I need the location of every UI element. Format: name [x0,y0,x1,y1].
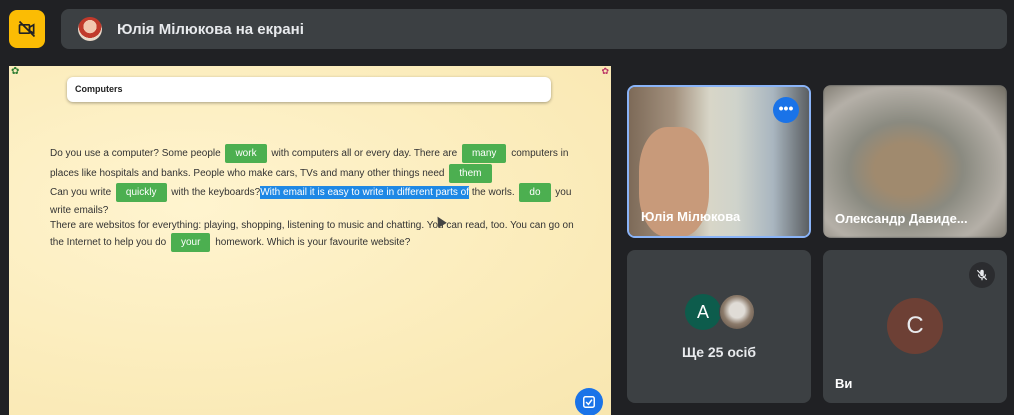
text-segment: places like hospitals and banks. People … [50,168,445,179]
selected-text[interactable]: With email it is easy to write in differ… [260,186,470,199]
participant-tile-presenter[interactable]: ••• Юлія Мілюкова [627,85,811,238]
more-participants-count: Ще 25 осіб [681,344,757,360]
more-participants-tile[interactable]: A Ще 25 осіб [627,250,811,403]
text-line: the Internet to help you do your homewor… [50,233,410,252]
answer-chip[interactable]: your [170,233,211,252]
text-line: There are websitos for everything: playi… [50,220,574,231]
shared-screen: ✿ ✿ Computers Do you use a computer? Som… [9,66,611,415]
answer-chip[interactable]: do [519,183,551,202]
participant-tile[interactable]: Олександр Давиде... [823,85,1007,238]
text-line: write emails? [50,205,108,216]
text-segment: computers in [511,148,569,159]
worksheet-title: Computers [67,77,551,102]
text-segment: with computers all or every day. There a… [271,148,458,159]
avatar: C [887,298,943,354]
answer-chip[interactable]: them [449,164,492,183]
text-segment: homework. Which is your favourite websit… [215,237,411,248]
check-button[interactable] [575,388,603,415]
edit-check-icon [583,396,595,408]
mic-off-indicator [969,262,995,288]
text-line: places like hospitals and banks. People … [50,164,494,183]
answer-chip[interactable]: quickly [115,183,167,202]
answer-chip[interactable]: work [225,144,267,163]
camera-off-icon [18,20,36,38]
text-line: Do you use a computer? Some people work … [50,144,568,163]
text-segment: write emails? [50,205,109,216]
avatar [719,294,755,330]
text-segment: the Internet to help you do [50,237,167,248]
avatar: A [685,294,721,330]
presenter-banner[interactable]: Юлія Мілюкова на екрані [61,9,1007,49]
text-segment: Do you use a computer? Some people [50,148,221,159]
text-segment: the worls. [471,187,515,198]
participant-name: Юлія Мілюкова [641,209,741,224]
more-options-button[interactable]: ••• [773,97,799,123]
presenter-avatar [78,17,102,41]
text-segment: There are websitos for everything: playi… [50,220,574,231]
corner-icon: ✿ [601,66,609,76]
self-tile[interactable]: C Ви [823,250,1007,403]
participant-name: Олександр Давиде... [835,211,968,226]
text-segment: you [555,187,572,198]
corner-icon: ✿ [11,66,20,77]
answer-chip[interactable]: many [461,144,507,163]
top-bar: Юлія Мілюкова на екрані [0,0,1014,58]
participant-name: Ви [835,376,853,391]
presenter-text: Юлія Мілюкова на екрані [117,20,304,38]
mic-off-icon [976,269,988,281]
text-line: Can you write quickly with the keyboards… [50,183,571,202]
camera-off-button[interactable] [9,10,45,48]
text-segment: with the keyboards? [171,187,261,198]
text-segment: Can you write [50,187,112,198]
